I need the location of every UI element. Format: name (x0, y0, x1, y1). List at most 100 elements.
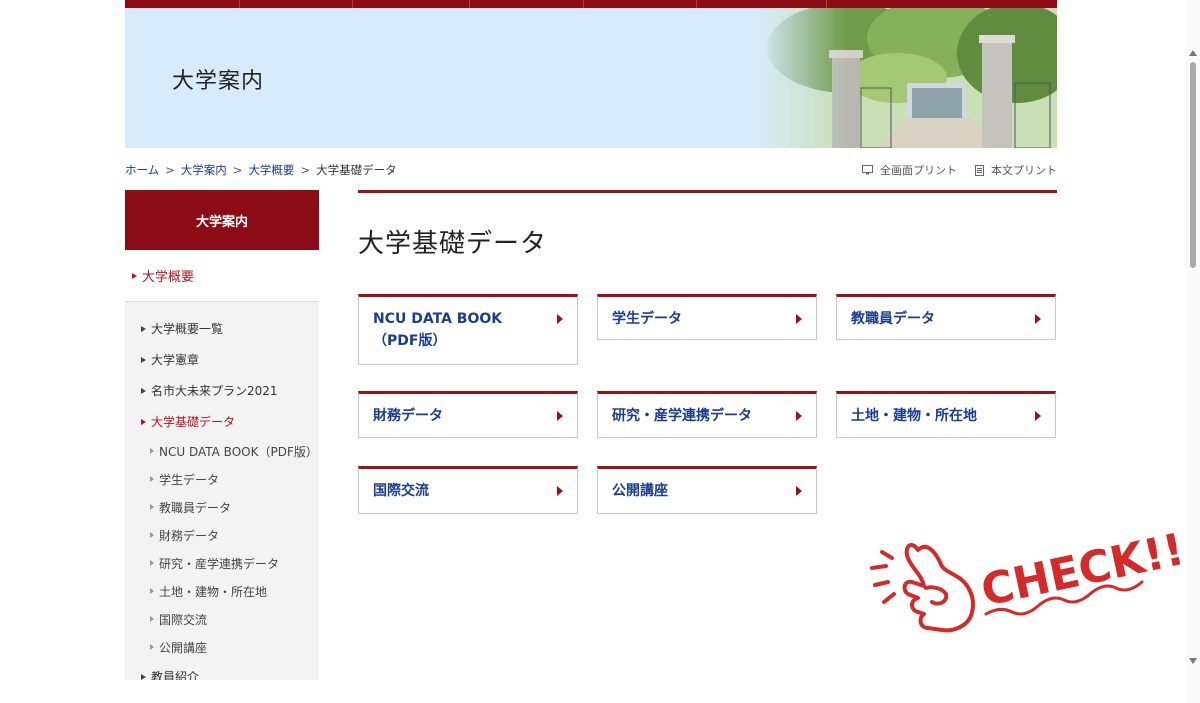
hero-banner: 大学案内 (125, 8, 1057, 148)
triangle-right-icon (150, 476, 154, 482)
sidebar-subitem-label: 学生データ (159, 472, 220, 487)
sidebar-subitem-label: NCU DATA BOOK（PDF版） (159, 444, 318, 459)
page-title: 大学基礎データ (358, 229, 548, 259)
breadcrumb-separator: > (165, 163, 175, 177)
sidebar-item-future-plan[interactable]: 名市大未来プラン2021 (125, 375, 319, 406)
card-databook[interactable]: NCU DATA BOOK（PDF版） (358, 294, 578, 365)
card-label: 教職員データ (851, 311, 935, 327)
card-finance[interactable]: 財務データ (358, 391, 578, 438)
triangle-right-icon (150, 448, 154, 454)
breadcrumb-separator: > (300, 163, 311, 177)
breadcrumb-home[interactable]: ホーム (125, 162, 159, 178)
global-nav-item[interactable] (125, 0, 240, 8)
sidebar-subitem-land[interactable]: 土地・建物・所在地 (125, 577, 319, 605)
card-land[interactable]: 土地・建物・所在地 (836, 391, 1056, 438)
card-label: 公開講座 (612, 483, 668, 499)
monitor-icon (862, 165, 873, 175)
card-label: 国際交流 (373, 483, 429, 499)
card-students[interactable]: 学生データ (597, 294, 817, 340)
card-label: 学生データ (612, 311, 682, 327)
body-print-label: 本文プリント (991, 164, 1057, 177)
triangle-right-icon (150, 504, 154, 510)
sidebar-item-basic-data[interactable]: 大学基礎データ (125, 406, 319, 437)
card-staff[interactable]: 教職員データ (836, 294, 1056, 340)
full-screen-print-button[interactable]: 全画面プリント (862, 162, 957, 178)
arrow-right-icon (557, 411, 563, 421)
arrow-right-icon (796, 486, 802, 496)
document-icon (975, 164, 984, 176)
global-nav-item[interactable] (584, 0, 697, 8)
breadcrumb-current: 大学基礎データ (316, 163, 397, 177)
thumbs-up-icon (870, 543, 975, 633)
sidebar-subitem-label: 研究・産学連携データ (159, 556, 280, 571)
triangle-right-icon (141, 356, 146, 363)
sidebar-parent-overview[interactable]: 大学概要 (125, 250, 319, 302)
triangle-right-icon (132, 272, 137, 279)
main-title-rule (358, 190, 1057, 193)
sidebar-item-label: 名市大未来プラン2021 (151, 384, 278, 398)
sidebar-subitem-research[interactable]: 研究・産学連携データ (125, 549, 319, 577)
sidebar-subitem-label: 国際交流 (159, 612, 208, 627)
sidebar-item-faculty[interactable]: 教員紹介 (125, 661, 319, 680)
triangle-right-icon (150, 532, 154, 538)
sidebar-item-overview-list[interactable]: 大学概要一覧 (125, 313, 319, 344)
arrow-right-icon (796, 314, 802, 324)
triangle-right-icon (141, 673, 146, 680)
sidebar-item-label: 大学憲章 (151, 353, 200, 367)
card-international[interactable]: 国際交流 (358, 466, 578, 514)
print-tools: 全画面プリント 本文プリント (862, 162, 1057, 178)
breadcrumb-separator: > (232, 163, 243, 177)
check-text: CHECK!! (977, 524, 1180, 617)
sidebar-item-label: 大学概要一覧 (151, 322, 224, 336)
breadcrumb: ホーム > 大学案内 > 大学概要 > 大学基礎データ (125, 162, 397, 178)
triangle-right-icon (150, 560, 154, 566)
global-nav-item[interactable] (470, 0, 584, 8)
arrow-right-icon (1035, 314, 1041, 324)
card-label: NCU DATA BOOK（PDF版） (373, 311, 503, 349)
page-scrollbar[interactable] (1186, 0, 1200, 703)
sidebar-subitem-staff[interactable]: 教職員データ (125, 493, 319, 521)
card-label: 研究・産学連携データ (612, 408, 752, 424)
sidebar-subitem-label: 土地・建物・所在地 (159, 584, 268, 599)
arrow-right-icon (796, 411, 802, 421)
sidebar-item-charter[interactable]: 大学憲章 (125, 344, 319, 375)
sidebar-subitem-label: 財務データ (159, 528, 220, 543)
arrow-right-icon (557, 314, 563, 324)
sidebar-subitem-finance[interactable]: 財務データ (125, 521, 319, 549)
global-nav-item[interactable] (240, 0, 353, 8)
body-print-button[interactable]: 本文プリント (975, 162, 1057, 178)
triangle-right-icon (141, 418, 146, 425)
breadcrumb-overview[interactable]: 大学概要 (248, 162, 294, 178)
arrow-right-icon (557, 486, 563, 496)
triangle-right-icon (150, 616, 154, 622)
global-nav-bar (125, 0, 1057, 8)
sidebar-subitem-databook[interactable]: NCU DATA BOOK（PDF版） (125, 437, 319, 465)
breadcrumb-guide[interactable]: 大学案内 (181, 162, 227, 178)
triangle-right-icon (150, 644, 154, 650)
sidebar-subitem-label: 公開講座 (159, 640, 208, 655)
triangle-right-icon (141, 387, 146, 394)
sidebar-item-label: 教員紹介 (151, 670, 200, 680)
scroll-thumb[interactable] (1190, 62, 1196, 268)
sidebar-header[interactable]: 大学案内 (125, 190, 319, 250)
check-badge: CHECK!! (870, 524, 1180, 633)
global-nav-item[interactable] (353, 0, 470, 8)
scroll-up-icon[interactable] (1189, 50, 1197, 56)
card-label: 土地・建物・所在地 (851, 408, 977, 424)
card-research[interactable]: 研究・産学連携データ (597, 391, 817, 438)
sidebar-item-label: 大学基礎データ (151, 415, 236, 429)
triangle-right-icon (150, 588, 154, 594)
hero-title: 大学案内 (172, 69, 265, 94)
sidebar-subitem-international[interactable]: 国際交流 (125, 605, 319, 633)
card-lectures[interactable]: 公開講座 (597, 466, 817, 514)
card-label: 財務データ (373, 408, 443, 424)
global-nav-item[interactable] (697, 0, 827, 8)
sidebar-subitem-lectures[interactable]: 公開講座 (125, 633, 319, 661)
sidebar-list: 大学概要一覧 大学憲章 名市大未来プラン2021 大学基礎データ NCU DAT… (125, 302, 319, 680)
full-print-label: 全画面プリント (880, 164, 957, 177)
sidebar-parent-label: 大学概要 (142, 270, 195, 285)
sidebar-subitem-label: 教職員データ (159, 500, 232, 515)
scroll-down-icon[interactable] (1189, 658, 1197, 664)
sidebar-subitem-students[interactable]: 学生データ (125, 465, 319, 493)
triangle-right-icon (141, 325, 146, 332)
